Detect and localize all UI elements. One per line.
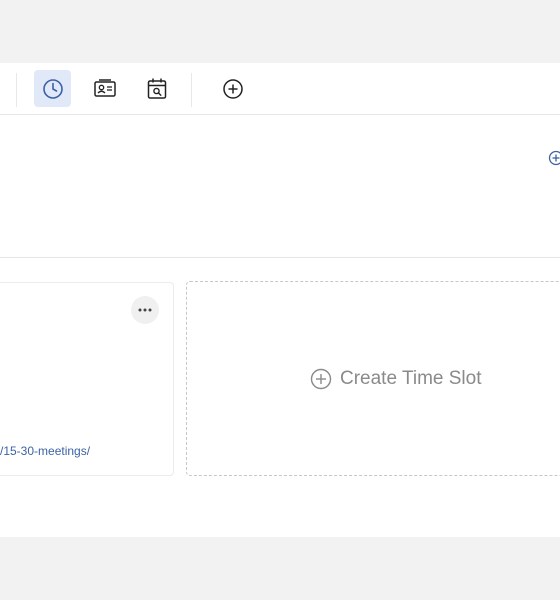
add-circle-icon: [310, 368, 332, 390]
contact-card-icon: [93, 78, 116, 97]
upper-panel: [0, 115, 560, 258]
booking-link[interactable]: /15-30-meetings/: [0, 443, 90, 459]
contact-card-button[interactable]: [86, 70, 123, 107]
toolbar-divider: [16, 73, 17, 107]
add-button[interactable]: [214, 70, 251, 107]
ellipsis-icon: [138, 308, 152, 312]
clock-button[interactable]: [34, 70, 71, 107]
add-circle-icon[interactable]: [548, 150, 560, 166]
toolbar-divider: [191, 73, 192, 107]
add-circle-icon: [222, 78, 243, 99]
toolbar: [0, 63, 560, 115]
create-time-slot-label: Create Time Slot: [340, 368, 482, 389]
clock-icon: [42, 78, 63, 99]
more-options-button[interactable]: [131, 296, 159, 324]
calendar-search-button[interactable]: [138, 70, 175, 107]
calendar-search-icon: [147, 78, 166, 99]
